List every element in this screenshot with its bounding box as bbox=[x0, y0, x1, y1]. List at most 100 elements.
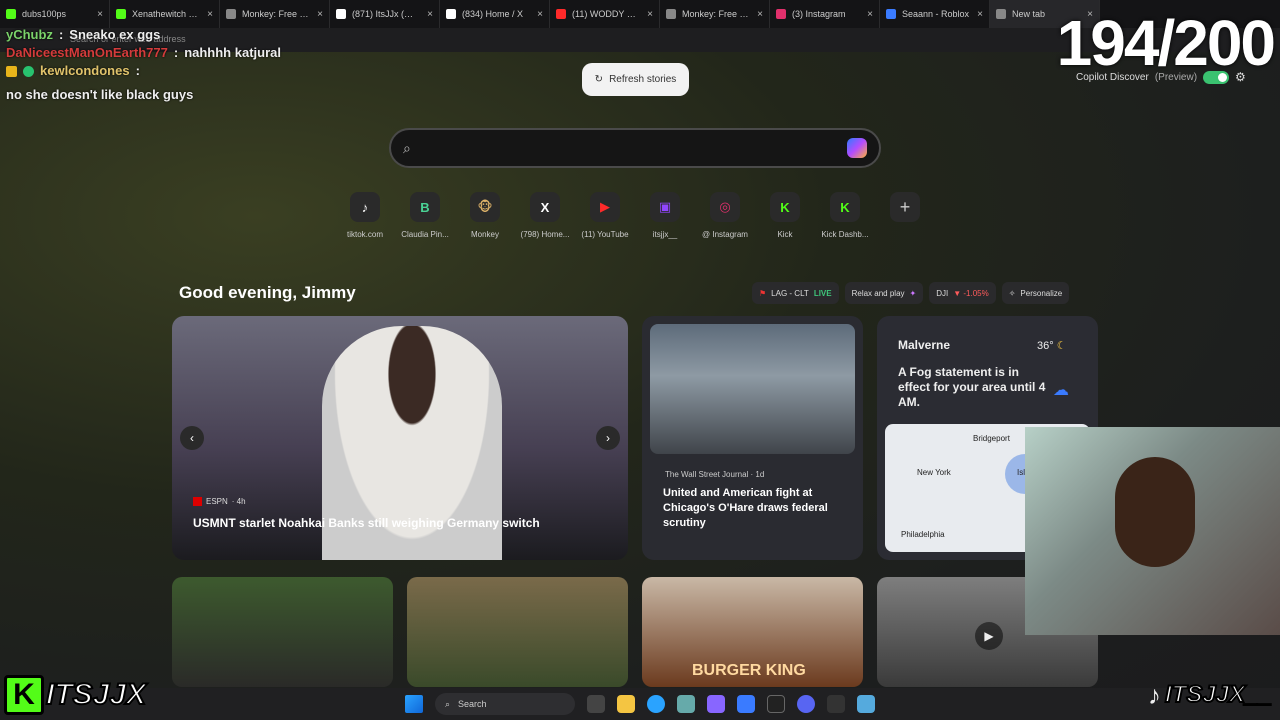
hero-source: ESPN · 4h bbox=[193, 497, 246, 506]
browser-tab[interactable]: (3) Instagram × bbox=[770, 0, 880, 28]
tab-favicon-icon bbox=[116, 9, 126, 19]
hero-age: · 4h bbox=[231, 497, 246, 506]
shortcut-tile[interactable]: K Kick Dashb... bbox=[820, 192, 870, 239]
kick-logo-icon: K bbox=[4, 675, 44, 715]
taskbar-search[interactable]: ⌕ Search bbox=[435, 693, 575, 715]
shortcut-tile[interactable]: ▶ (11) YouTube bbox=[580, 192, 630, 239]
shortcut-tile[interactable]: ♪ tiktok.com bbox=[340, 192, 390, 239]
search-input[interactable] bbox=[420, 140, 847, 156]
refresh-icon: ↻ bbox=[594, 74, 604, 85]
tiktok-icon: ♪ bbox=[350, 192, 380, 222]
carousel-next-button[interactable]: › bbox=[596, 426, 620, 450]
market-pill[interactable]: DJI ▼ -1.05% bbox=[929, 282, 996, 304]
tab-title: (871) ItsJJx (@ItsJJx_ bbox=[352, 9, 421, 19]
browser-tab[interactable]: Seaann - Roblox × bbox=[880, 0, 990, 28]
shortcut-tile[interactable]: 🐵 Monkey bbox=[460, 192, 510, 239]
refresh-stories-button[interactable]: ↻ Refresh stories bbox=[582, 63, 689, 96]
app-icon[interactable] bbox=[677, 695, 695, 713]
tab-close-icon[interactable]: × bbox=[97, 9, 103, 20]
play-icon[interactable]: ▶ bbox=[975, 622, 1003, 650]
shortcut-tile[interactable]: ▣ itsjjx__ bbox=[640, 192, 690, 239]
web-search-box[interactable]: ⌕ bbox=[389, 128, 881, 168]
app-icon[interactable] bbox=[767, 695, 785, 713]
edge-icon[interactable] bbox=[647, 695, 665, 713]
personalize-button[interactable]: ✧ Personalize bbox=[1001, 282, 1070, 304]
game-label: LAG - CLT bbox=[771, 288, 809, 298]
tab-close-icon[interactable]: × bbox=[427, 9, 433, 20]
tab-title: Monkey: Free Live V bbox=[242, 9, 312, 19]
stream-chat-overlay: yChubz: Sneako ex ggs DaNiceestManOnEart… bbox=[6, 26, 316, 104]
sports-icon: ⚑ bbox=[759, 288, 767, 298]
file-explorer-icon[interactable] bbox=[617, 695, 635, 713]
burger-king-sign: BURGER KING bbox=[692, 662, 806, 679]
browser-tab[interactable]: (871) ItsJJx (@ItsJJx_ × bbox=[330, 0, 440, 28]
carousel-prev-button[interactable]: ‹ bbox=[180, 426, 204, 450]
add-shortcut-button[interactable]: + bbox=[890, 192, 920, 222]
start-button-icon[interactable] bbox=[405, 695, 423, 713]
live-badge: LIVE bbox=[813, 288, 832, 298]
tab-favicon-icon bbox=[886, 9, 896, 19]
shortcut-label: Claudia Pin... bbox=[401, 230, 449, 239]
shortcut-label: (11) YouTube bbox=[581, 230, 629, 239]
kick-icon: K bbox=[770, 192, 800, 222]
plus-icon: + bbox=[899, 196, 911, 217]
news-card[interactable]: The Wall Street Journal · 1d United and … bbox=[642, 316, 863, 560]
browser-tab[interactable]: Xenathewitch Stream × bbox=[110, 0, 220, 28]
relax-pill[interactable]: Relax and play ✦ bbox=[844, 282, 924, 304]
tab-close-icon[interactable]: × bbox=[317, 9, 323, 20]
store-icon[interactable] bbox=[737, 695, 755, 713]
tiktok-logo-overlay: ♪ ITSJJX__ bbox=[1148, 672, 1280, 718]
tab-close-icon[interactable]: × bbox=[867, 9, 873, 20]
browser-tab[interactable]: (11) WODDY X MHA × bbox=[550, 0, 660, 28]
browser-tab[interactable]: Monkey: Free Live V × bbox=[220, 0, 330, 28]
shortcut-tile[interactable]: B Claudia Pin... bbox=[400, 192, 450, 239]
shortcut-label: Monkey bbox=[470, 230, 499, 239]
dji-label: DJI bbox=[936, 288, 949, 298]
shortcut-label: tiktok.com bbox=[346, 230, 383, 239]
sub-badge-icon bbox=[6, 65, 17, 77]
tab-favicon-icon bbox=[446, 9, 456, 19]
tab-favicon-icon bbox=[996, 9, 1006, 19]
tab-favicon-icon bbox=[776, 9, 786, 19]
twitch-icon: ▣ bbox=[650, 192, 680, 222]
chat-line: kewlcondones: no she doesn't like black … bbox=[6, 63, 194, 102]
shortcut-tile[interactable]: K Kick bbox=[760, 192, 810, 239]
app-icon[interactable] bbox=[827, 695, 845, 713]
copilot-icon[interactable] bbox=[847, 138, 867, 158]
tab-close-icon[interactable]: × bbox=[207, 9, 213, 20]
hero-story-card[interactable]: ‹ › ESPN · 4h USMNT starlet Noahkai Bank… bbox=[172, 316, 628, 560]
sports-pill[interactable]: ⚑ LAG - CLT LIVE bbox=[752, 282, 839, 304]
shortcut-tile[interactable]: X (798) Home... bbox=[520, 192, 570, 239]
story-card[interactable] bbox=[172, 577, 393, 687]
tiktok-logo-icon: ♪ bbox=[1148, 679, 1161, 710]
search-icon: ⌕ bbox=[445, 698, 451, 709]
moon-icon: ☾ bbox=[1056, 340, 1067, 352]
discord-icon[interactable] bbox=[797, 695, 815, 713]
app-icon[interactable] bbox=[857, 695, 875, 713]
tab-close-icon[interactable]: × bbox=[647, 9, 653, 20]
tab-title: dubs100ps bbox=[22, 9, 67, 19]
windows-taskbar: ⌕ Search bbox=[0, 688, 1280, 720]
tab-close-icon[interactable]: × bbox=[977, 9, 983, 20]
goal-counter: 194/200 bbox=[1056, 7, 1276, 79]
tab-favicon-icon bbox=[336, 9, 346, 19]
browser-tab[interactable]: dubs100ps × bbox=[0, 0, 110, 28]
tab-title: (11) WODDY X MHA bbox=[572, 9, 641, 19]
tab-close-icon[interactable]: × bbox=[757, 9, 763, 20]
tab-favicon-icon bbox=[666, 9, 676, 19]
shortcut-label: @ Instagram bbox=[702, 230, 748, 239]
story-card[interactable] bbox=[407, 577, 628, 687]
browser-tab[interactable]: (834) Home / X × bbox=[440, 0, 550, 28]
chat-line: DaNiceestManOnEarth777: nahhhh katjural bbox=[6, 45, 281, 60]
tab-close-icon[interactable]: × bbox=[537, 9, 543, 20]
task-view-icon[interactable] bbox=[587, 695, 605, 713]
verified-badge-icon bbox=[23, 65, 34, 77]
map-label: Bridgeport bbox=[973, 434, 1010, 443]
browser-tab[interactable]: Monkey: Free Live V × bbox=[660, 0, 770, 28]
app-icon[interactable] bbox=[707, 695, 725, 713]
tab-title: Xenathewitch Stream bbox=[132, 9, 201, 19]
chat-user: DaNiceestManOnEarth777 bbox=[6, 45, 168, 60]
news-card-source: The Wall Street Journal · 1d bbox=[665, 470, 765, 479]
story-card[interactable]: BURGER KING bbox=[642, 577, 863, 687]
shortcut-tile[interactable]: ◎ @ Instagram bbox=[700, 192, 750, 239]
